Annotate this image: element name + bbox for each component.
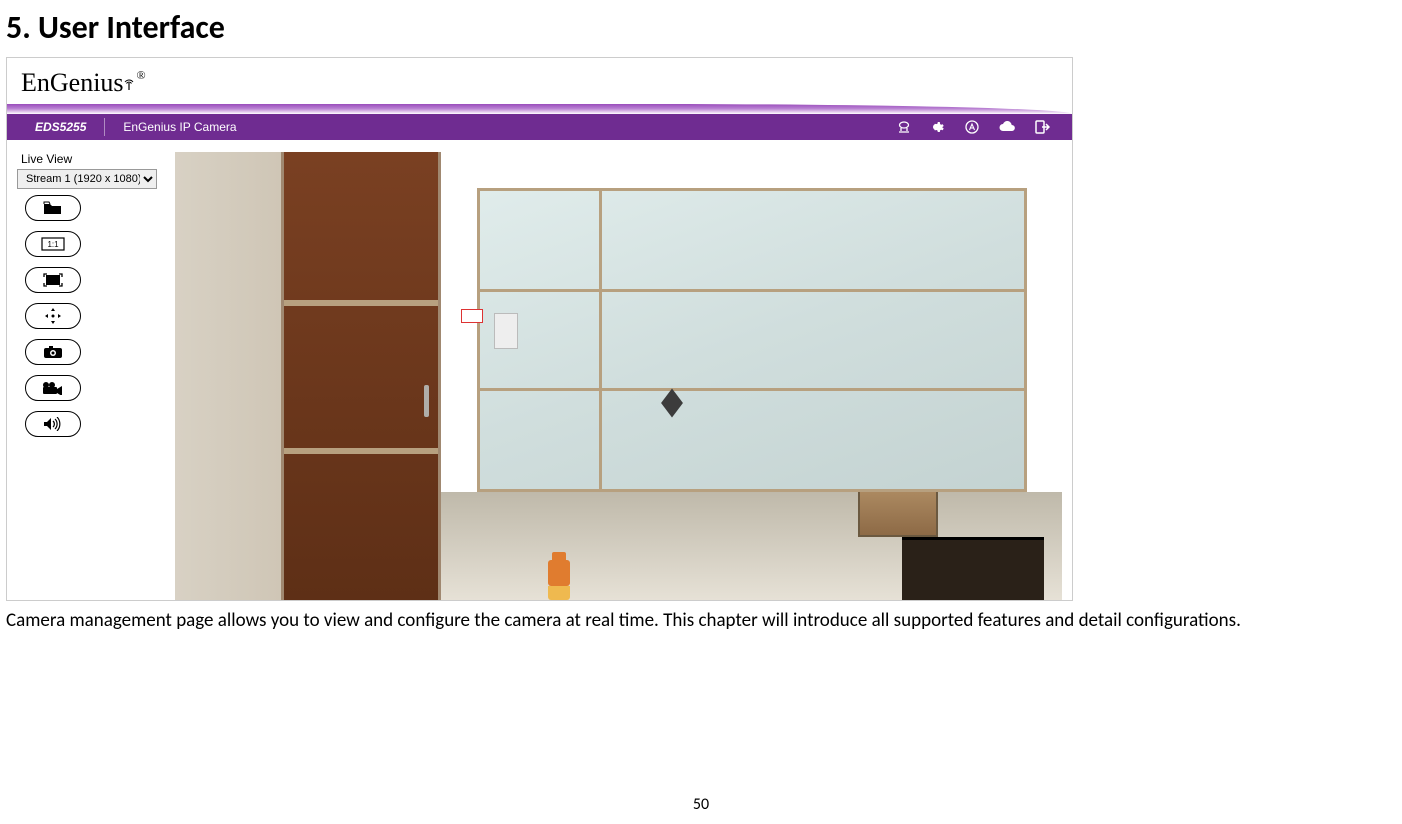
original-size-button[interactable]: 1:1	[25, 231, 81, 257]
live-view-label: Live View	[17, 152, 167, 168]
antenna-icon	[122, 68, 136, 98]
fullscreen-button[interactable]	[25, 267, 81, 293]
auto-mode-icon[interactable]	[964, 119, 980, 135]
video-feed[interactable]	[175, 152, 1062, 600]
svg-text:1:1: 1:1	[47, 240, 59, 249]
open-folder-button[interactable]	[25, 195, 81, 221]
header-divider	[104, 118, 105, 136]
ptz-button[interactable]	[25, 303, 81, 329]
device-model: EDS5255	[7, 120, 104, 134]
cloud-icon[interactable]	[998, 119, 1016, 135]
gear-icon[interactable]	[930, 119, 946, 135]
header-bar: EDS5255 EnGenius IP Camera	[7, 104, 1072, 140]
audio-button[interactable]	[25, 411, 81, 437]
left-toolbar: Live View Stream 1 (1920 x 1080) 1:1	[17, 152, 167, 437]
header-swoosh	[7, 104, 1072, 114]
snapshot-button[interactable]	[25, 339, 81, 365]
header-title: EnGenius IP Camera	[123, 120, 236, 134]
brand-name: EnGenius	[21, 68, 124, 98]
camera-scene	[175, 152, 1062, 600]
registered-mark: ®	[137, 68, 146, 83]
logout-icon[interactable]	[1034, 119, 1050, 135]
brand-logo: EnGenius ®	[7, 58, 1072, 104]
section-body-text: Camera management page allows you to vie…	[0, 601, 1402, 636]
record-button[interactable]	[25, 375, 81, 401]
section-heading: 5. User Interface	[0, 0, 1402, 57]
live-view-icon[interactable]	[896, 119, 912, 135]
stream-select[interactable]: Stream 1 (1920 x 1080)	[17, 169, 157, 189]
content-area: Live View Stream 1 (1920 x 1080) 1:1	[7, 140, 1072, 600]
app-screenshot: EnGenius ® EDS5255 EnGenius IP Camera	[6, 57, 1073, 601]
page-number: 50	[0, 795, 1402, 814]
